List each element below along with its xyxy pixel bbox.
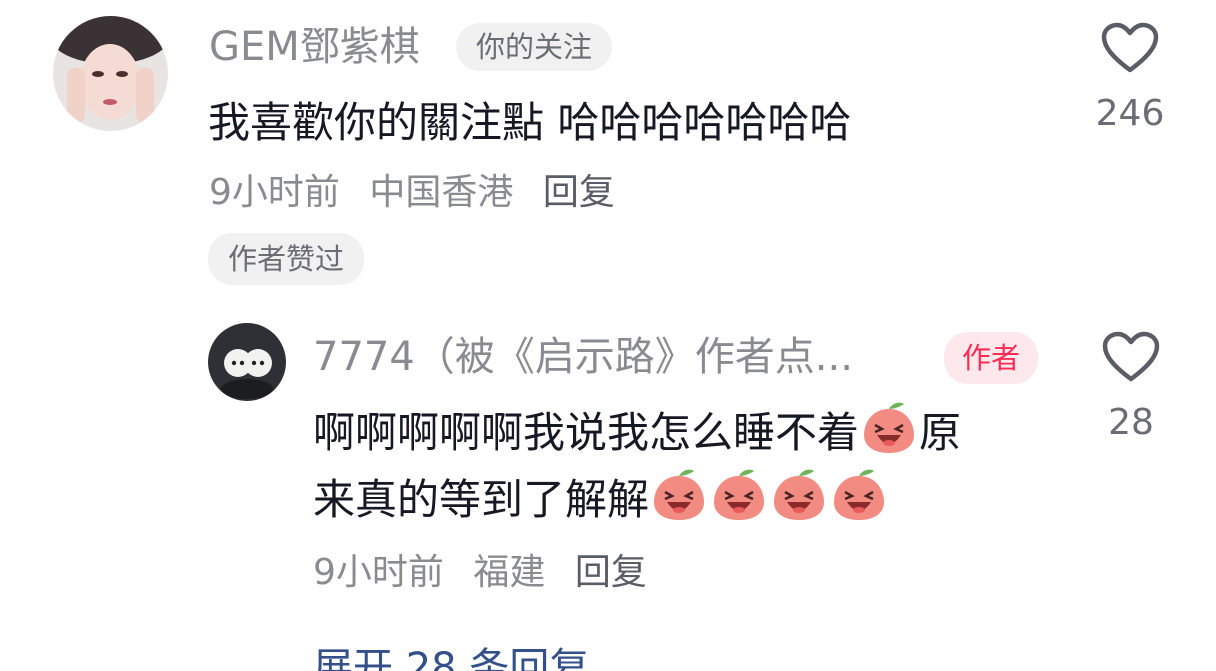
- heart-outline-icon[interactable]: [1102, 331, 1160, 383]
- reply-text: 啊啊啊啊啊我说我怎么睡不着 原 来真的等到了解解: [313, 399, 961, 533]
- reply-text-line1: 啊啊啊啊啊我说我怎么睡不着: [313, 408, 860, 457]
- comment-thread: GEM鄧紫棋 你的关注 我喜歡你的關注點 哈哈哈哈哈哈哈 9小时前 中国香港 回…: [0, 0, 1216, 671]
- reply-meta: 9小时前 福建 回复: [313, 555, 665, 591]
- following-tag: 你的关注: [456, 23, 613, 71]
- reply-reply-button[interactable]: 回复: [575, 552, 647, 593]
- reply-like-count: 28: [1108, 402, 1154, 443]
- commenter-avatar[interactable]: [53, 16, 168, 131]
- laughing-peach-emoji: [864, 402, 915, 453]
- comment-text: 我喜歡你的關注點 哈哈哈哈哈哈哈: [208, 98, 852, 147]
- reply-text-line2: 来真的等到了解解: [313, 475, 650, 524]
- laughing-peach-emoji: [834, 469, 885, 520]
- commenter-username[interactable]: GEM鄧紫棋: [209, 27, 420, 67]
- reply-like[interactable]: 28: [1091, 331, 1171, 441]
- author-tag: 作者: [944, 332, 1039, 384]
- reply-time: 9小时前: [313, 552, 444, 593]
- comment-time: 9小时前: [209, 172, 340, 213]
- reply-username[interactable]: 7774（被《启示路》作者点...: [313, 337, 853, 377]
- expand-replies-button[interactable]: 展开 28 条回复: [313, 648, 589, 671]
- comment-reply-button[interactable]: 回复: [543, 172, 615, 213]
- author-liked-badge: 作者赞过: [208, 233, 365, 285]
- laughing-peach-emoji: [774, 469, 825, 520]
- comment-location: 中国香港: [369, 172, 514, 213]
- comment-meta: 9小时前 中国香港 回复: [209, 175, 633, 211]
- laughing-peach-emoji: [714, 469, 765, 520]
- reply-location: 福建: [473, 552, 546, 593]
- laughing-peach-emoji: [654, 469, 705, 520]
- reply-text-line1-end: 原: [919, 408, 962, 457]
- comment-like-count: 246: [1095, 93, 1165, 134]
- heart-outline-icon[interactable]: [1101, 22, 1159, 74]
- comment-like[interactable]: 246: [1090, 22, 1170, 132]
- reply-avatar[interactable]: [208, 323, 286, 401]
